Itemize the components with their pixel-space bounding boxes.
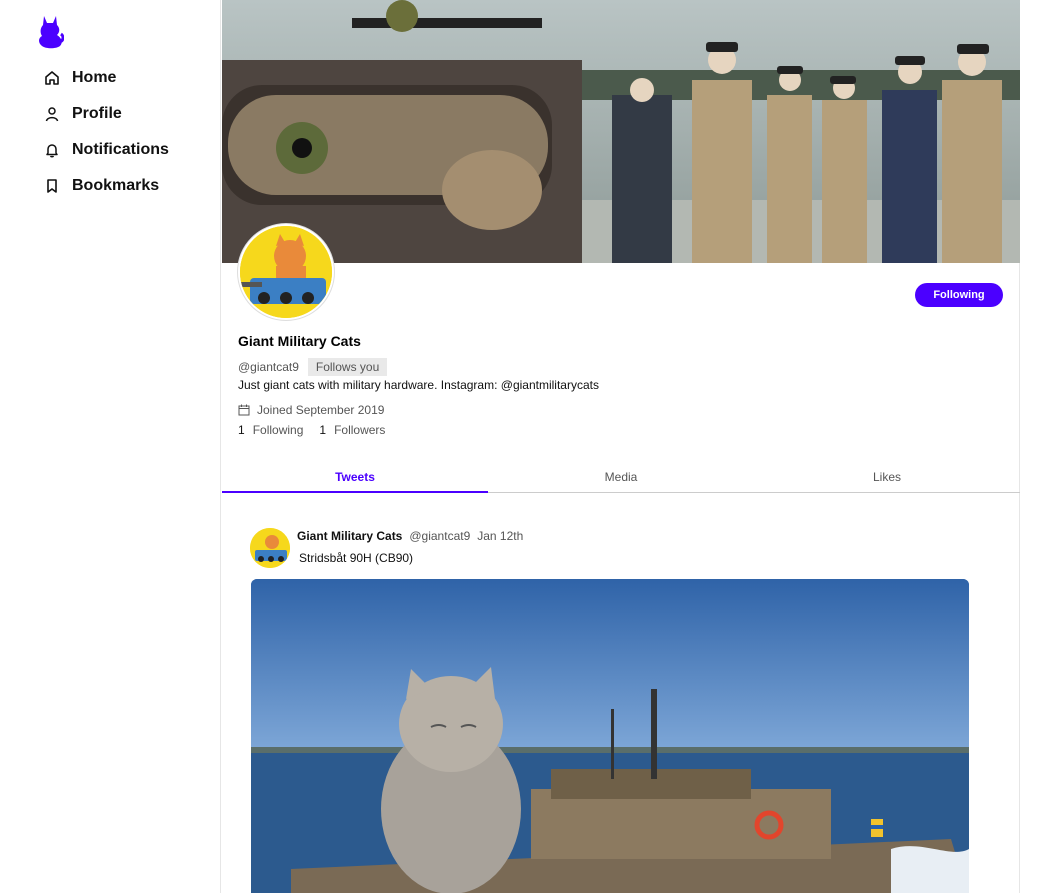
sidebar-item-label: Profile (72, 105, 122, 122)
profile-bio: Just giant cats with military hardware. … (238, 378, 599, 392)
following-count: 1 (238, 423, 245, 437)
user-icon (44, 106, 60, 122)
followers-label: Followers (334, 423, 386, 437)
sidebar: Home Profile Notifications Bookmarks (0, 0, 221, 893)
tweet-avatar[interactable] (250, 528, 290, 568)
sidebar-item-notifications[interactable]: Notifications (44, 132, 169, 168)
bookmark-icon (44, 178, 60, 194)
profile-joined: Joined September 2019 (238, 403, 384, 417)
sidebar-item-profile[interactable]: Profile (44, 96, 169, 132)
tweet-media-image[interactable] (251, 579, 969, 893)
following-label: Following (252, 423, 304, 437)
joined-date: Joined September 2019 (257, 403, 385, 417)
tweet-author-name[interactable]: Giant Military Cats (297, 529, 402, 543)
app-root: Home Profile Notifications Bookmarks Fol… (0, 0, 1050, 893)
tab-tweets[interactable]: Tweets (222, 464, 488, 493)
home-icon (44, 70, 60, 86)
tab-likes[interactable]: Likes (754, 464, 1020, 492)
profile-handle: @giantcat9 (238, 360, 299, 374)
sidebar-nav: Home Profile Notifications Bookmarks (44, 60, 169, 204)
followers-count: 1 (319, 423, 327, 437)
profile-name: Giant Military Cats (238, 333, 361, 349)
following-button[interactable]: Following (915, 283, 1003, 307)
sidebar-item-label: Bookmarks (72, 177, 160, 194)
tab-media[interactable]: Media (488, 464, 754, 492)
calendar-icon (238, 404, 250, 416)
bell-icon (44, 142, 60, 158)
profile-main: Following Giant Military Cats @giantcat9… (222, 0, 1020, 893)
profile-banner-image (222, 0, 1020, 263)
cat-logo-icon[interactable] (38, 12, 65, 50)
sidebar-item-label: Home (72, 69, 117, 86)
tweet-author-handle[interactable]: @giantcat9 (409, 529, 470, 543)
tweet-header: Giant Military Cats @giantcat9 Jan 12th (297, 529, 523, 543)
profile-handle-row: @giantcat9 Follows you (238, 358, 388, 376)
followers-count-link[interactable]: 1 Followers (319, 423, 385, 437)
sidebar-item-home[interactable]: Home (44, 60, 169, 96)
follow-counts: 1 Following 1 Followers (238, 423, 401, 437)
tweet-text: Stridsbåt 90H (CB90) (299, 551, 414, 565)
profile-tabs: Tweets Media Likes (222, 464, 1020, 493)
following-count-link[interactable]: 1 Following (238, 423, 303, 437)
tweet-date[interactable]: Jan 12th (477, 529, 523, 543)
profile-avatar[interactable] (238, 224, 334, 320)
sidebar-item-label: Notifications (72, 141, 169, 158)
follows-you-badge: Follows you (307, 358, 388, 376)
sidebar-item-bookmarks[interactable]: Bookmarks (44, 168, 169, 204)
